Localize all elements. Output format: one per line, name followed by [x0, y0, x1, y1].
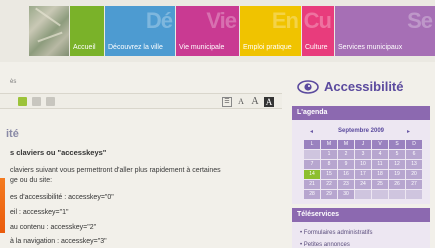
- accesskey-item: es d'accessibilité : accesskey="0": [10, 194, 114, 201]
- calendar-day[interactable]: 11: [372, 160, 388, 169]
- nav-tab-accueil[interactable]: Accueil: [70, 6, 104, 56]
- calendar: ◂ Septembre 2009 ▸ L M M J V S D 1 2 3 4 5 6 7 8 9 10 11 1…: [292, 120, 430, 204]
- accesskey-item: eil : accesskey="1": [10, 209, 69, 216]
- teleservice-link[interactable]: • Petites annonces: [300, 242, 350, 248]
- calendar-empty-cell: [355, 190, 371, 199]
- calendar-day[interactable]: 28: [304, 190, 320, 199]
- eye-icon: [297, 80, 319, 94]
- calendar-day-header: M: [338, 140, 354, 149]
- calendar-month: Septembre 2009: [337, 128, 385, 134]
- nav-tab-watermark: Cu: [303, 8, 332, 33]
- nav-tab-watermark: En: [271, 8, 299, 33]
- nav-tab-culture[interactable]: Cu Culture: [302, 6, 334, 56]
- calendar-day[interactable]: 16: [338, 170, 354, 179]
- calendar-day[interactable]: 13: [406, 160, 422, 169]
- calendar-day[interactable]: 29: [321, 190, 337, 199]
- calendar-day[interactable]: 17: [355, 170, 371, 179]
- calendar-empty-cell: [304, 150, 320, 159]
- calendar-next-icon[interactable]: ▸: [407, 128, 410, 135]
- calendar-day[interactable]: 24: [355, 180, 371, 189]
- accessibility-title: Accessibilité: [324, 79, 404, 94]
- calendar-day[interactable]: 23: [338, 180, 354, 189]
- calendar-empty-cell: [389, 190, 405, 199]
- teleservice-link[interactable]: • Formulaires administratifs: [300, 230, 372, 236]
- calendar-day[interactable]: 7: [304, 160, 320, 169]
- teleservice-label: Formulaires administratifs: [303, 230, 373, 236]
- calendar-day[interactable]: 25: [372, 180, 388, 189]
- nav-tab-label: Vie municipale: [179, 44, 225, 51]
- top-navigation: Accueil Dé Découvrez la ville Vie Vie mu…: [0, 0, 435, 62]
- nav-tab-label: Découvrez la ville: [108, 44, 163, 51]
- nav-tab-vie-municipale[interactable]: Vie Vie municipale: [176, 6, 239, 56]
- color-square-grey-2[interactable]: [46, 97, 55, 106]
- print-icon[interactable]: ☰: [222, 97, 232, 107]
- nav-tab-services-municipaux[interactable]: Se Services municipaux: [335, 6, 435, 56]
- nav-tab-watermark: Dé: [145, 8, 173, 33]
- calendar-day[interactable]: 30: [338, 190, 354, 199]
- calendar-empty-cell: [406, 190, 422, 199]
- nav-tab-label: Services municipaux: [338, 44, 403, 51]
- calendar-day-header: V: [372, 140, 388, 149]
- calendar-grid: L M M J V S D 1 2 3 4 5 6 7 8 9 10 11 12 13 14 15 16 17 18 19 20 21…: [304, 140, 422, 199]
- calendar-day[interactable]: 10: [355, 160, 371, 169]
- font-decrease-icon[interactable]: A: [236, 97, 246, 107]
- teleservices-list: • Formulaires administratifs • Petites a…: [292, 222, 430, 248]
- nav-tab-decouvrez[interactable]: Dé Découvrez la ville: [105, 6, 175, 56]
- calendar-day-header: S: [389, 140, 405, 149]
- teleservice-label: Petites annonces: [303, 242, 350, 248]
- calendar-empty-cell: [372, 190, 388, 199]
- calendar-day[interactable]: 22: [321, 180, 337, 189]
- calendar-day[interactable]: 8: [321, 160, 337, 169]
- accessibility-header[interactable]: Accessibilité: [293, 74, 429, 102]
- orange-side-bar: [0, 178, 5, 233]
- nav-tab-watermark: Se: [407, 8, 433, 33]
- calendar-day[interactable]: 14: [304, 170, 320, 179]
- calendar-day[interactable]: 18: [372, 170, 388, 179]
- color-square-green[interactable]: [18, 97, 27, 106]
- color-square-grey[interactable]: [32, 97, 41, 106]
- calendar-day[interactable]: 20: [406, 170, 422, 179]
- nav-tab-label: Culture: [305, 44, 328, 51]
- calendar-day-header: J: [355, 140, 371, 149]
- section-heading: s claviers ou "accesskeys": [10, 148, 107, 157]
- font-increase-icon[interactable]: A: [250, 97, 260, 107]
- page-title: ité: [6, 128, 19, 140]
- nav-tab-label: Accueil: [73, 44, 96, 51]
- page-toolbar: ☰ A A A: [0, 93, 282, 109]
- calendar-day[interactable]: 9: [338, 160, 354, 169]
- calendar-day[interactable]: 1: [321, 150, 337, 159]
- teleservices-title: Téléservices: [292, 208, 430, 222]
- accesskey-item: au contenu : accesskey="2": [10, 224, 97, 231]
- calendar-prev-icon[interactable]: ◂: [310, 128, 313, 135]
- calendar-day[interactable]: 5: [389, 150, 405, 159]
- calendar-day-header: D: [406, 140, 422, 149]
- calendar-day[interactable]: 21: [304, 180, 320, 189]
- intro-text-line: claviers suivant vous permettront d'alle…: [10, 167, 221, 174]
- calendar-day[interactable]: 4: [372, 150, 388, 159]
- accesskey-item: à la navigation : accesskey="3": [10, 238, 107, 245]
- calendar-day[interactable]: 2: [338, 150, 354, 159]
- nav-tab-watermark: Vie: [206, 8, 237, 33]
- calendar-day[interactable]: 27: [406, 180, 422, 189]
- calendar-day[interactable]: 6: [406, 150, 422, 159]
- calendar-day[interactable]: 3: [355, 150, 371, 159]
- nav-tab-label: Emploi pratique: [243, 44, 292, 51]
- intro-text-line: ge ou du site:: [10, 177, 53, 184]
- agenda-title[interactable]: L'agenda: [292, 106, 430, 120]
- calendar-day[interactable]: 15: [321, 170, 337, 179]
- contrast-icon[interactable]: A: [264, 97, 274, 107]
- calendar-day[interactable]: 12: [389, 160, 405, 169]
- calendar-day-header: L: [304, 140, 320, 149]
- breadcrumb[interactable]: ès: [10, 79, 16, 85]
- aerial-photo: [29, 6, 69, 56]
- calendar-day[interactable]: 26: [389, 180, 405, 189]
- nav-tab-emploi-pratique[interactable]: En Emploi pratique: [240, 6, 301, 56]
- calendar-day-header: M: [321, 140, 337, 149]
- calendar-day[interactable]: 19: [389, 170, 405, 179]
